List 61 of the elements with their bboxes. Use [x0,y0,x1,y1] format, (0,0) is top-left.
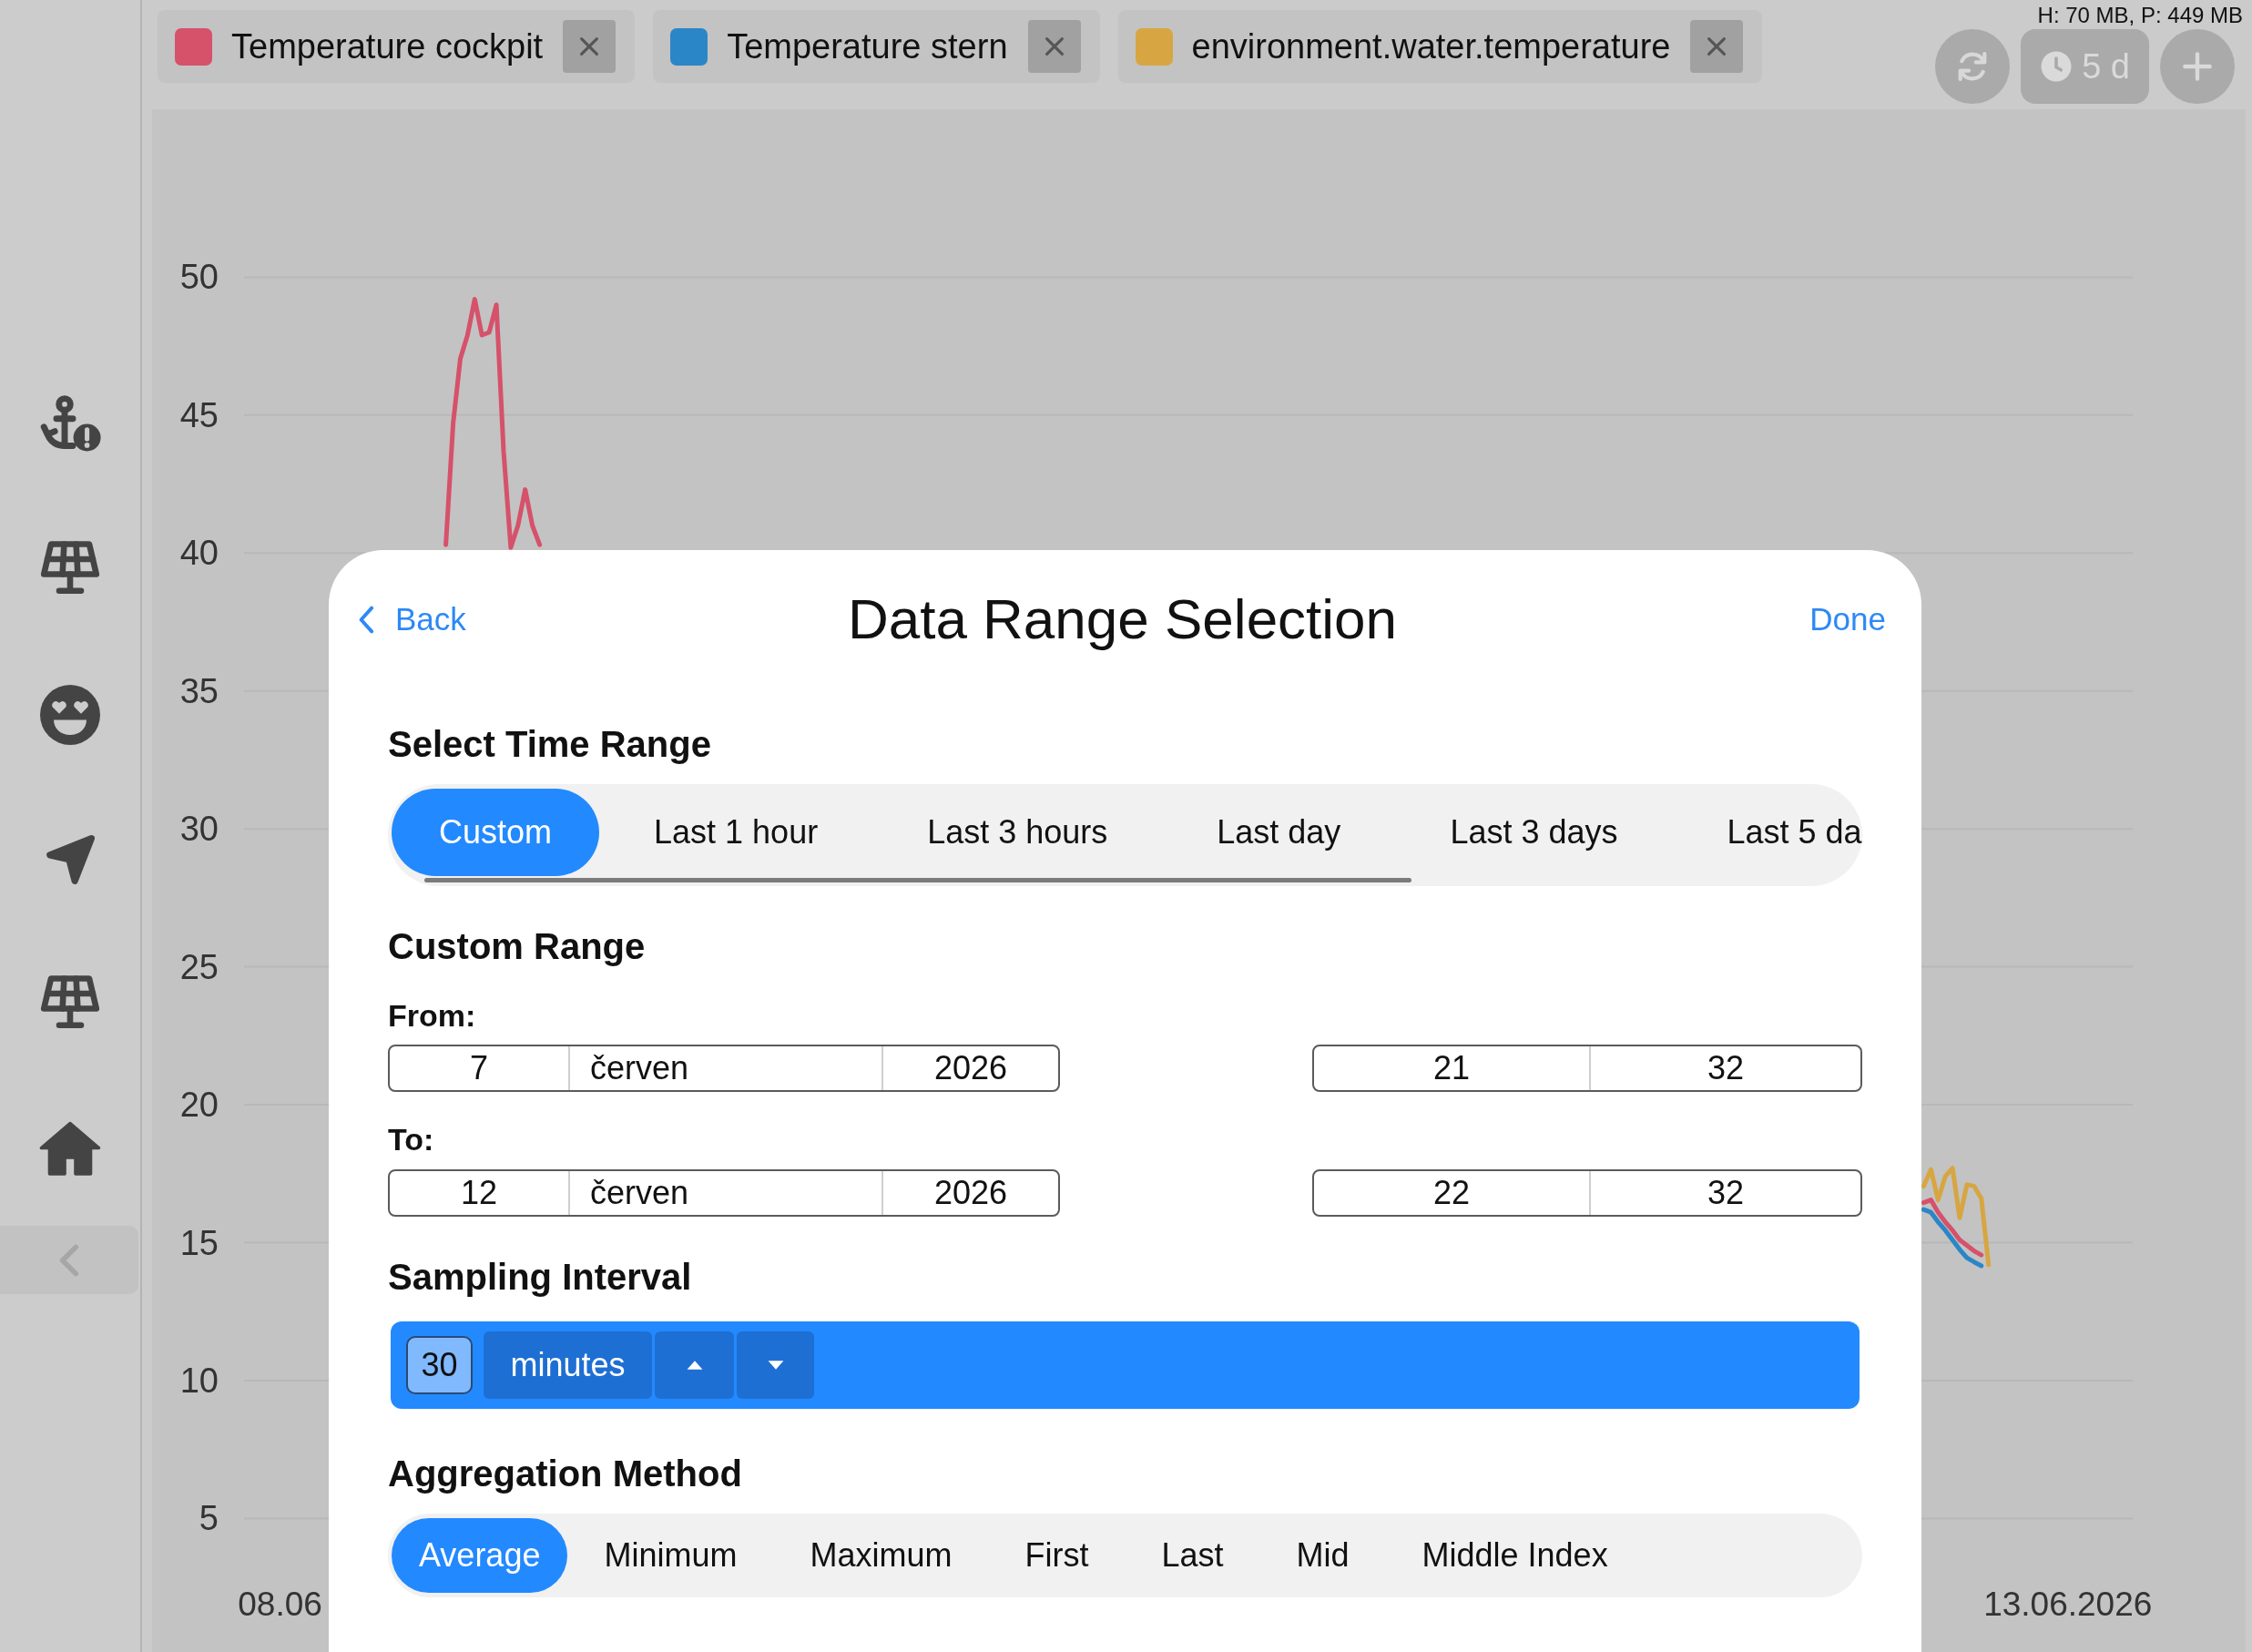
tab[interactable]: environment.water.temperature [1117,10,1763,83]
hour-field[interactable]: 22 [1314,1171,1589,1215]
close-button[interactable] [1690,20,1744,73]
chevron-left-icon [359,605,375,634]
close-button[interactable] [563,20,616,73]
axis-label: 45 [179,395,219,434]
caret-down-icon [766,1360,785,1371]
tab[interactable]: Temperature stern [653,10,1100,83]
axis-label: 30 [179,810,219,849]
close-icon [578,36,601,57]
field-label: To: [388,1121,434,1157]
heart-eyes-face-icon[interactable] [37,682,103,748]
axis-label: 15 [179,1223,219,1262]
day-field[interactable]: 7 [390,1046,568,1090]
time-range-tab[interactable]: Last 1 hour [599,789,873,876]
section-heading: Sampling Interval [388,1256,692,1299]
axis-label: 40 [179,534,219,573]
close-button[interactable] [1027,20,1081,73]
aggregation-tab[interactable]: Mid [1259,1518,1386,1593]
unit-button[interactable]: minutes [484,1331,652,1399]
axis-label: 5 [199,1499,219,1538]
close-icon [1706,36,1728,57]
time-range-tab[interactable]: Last 5 da [1672,789,1862,876]
time-range-tab[interactable]: Last 3 hours [872,789,1163,876]
year-field[interactable]: 2026 [881,1046,1058,1090]
caret-up-icon [685,1360,704,1371]
dialog-title: Data Range Selection [847,586,1398,652]
axis-label: 20 [179,1086,219,1125]
axis-label: 13.06.2026 [1983,1585,2153,1623]
day-field[interactable]: 12 [390,1171,568,1215]
aggregation-tab[interactable]: First [988,1518,1126,1593]
clock-icon [2040,50,2074,83]
chevron-left-icon [59,1242,79,1278]
axis-label: 25 [179,947,219,986]
back-button[interactable]: Back [359,599,466,639]
section-heading: Custom Range [388,925,646,968]
axis-label: 08.06 [238,1585,322,1623]
time-range-tab[interactable]: Last 3 days [1395,789,1673,876]
minute-field[interactable]: 32 [1589,1046,1860,1090]
axis-label: 10 [179,1361,219,1400]
plus-icon [2182,51,2213,82]
field-label: From: [388,997,476,1034]
section-heading: Select Time Range [388,723,711,766]
aggregation-tab[interactable]: Maximum [773,1518,989,1593]
month-field[interactable]: červen [568,1046,881,1090]
section-heading: Aggregation Method [388,1453,742,1495]
axis-label: 35 [179,671,219,710]
month-field[interactable]: červen [568,1171,881,1215]
year-field[interactable]: 2026 [881,1171,1058,1215]
aggregation-tab[interactable]: Minimum [567,1518,774,1593]
tab[interactable]: Temperature cockpit [158,10,636,83]
interval-field[interactable]: 30 [406,1336,473,1394]
memory-usage-text: H: 70 MB, P: 449 MB [2037,3,2243,28]
aggregation-tab[interactable]: Middle Index [1385,1518,1645,1593]
hour-field[interactable]: 21 [1314,1046,1589,1090]
axis-label: 50 [179,258,219,297]
time-range-tab[interactable]: Last day [1162,789,1396,876]
close-icon [1043,36,1065,57]
aggregation-tab[interactable]: Last [1125,1518,1260,1593]
minute-field[interactable]: 32 [1589,1171,1860,1215]
done-button[interactable]: Done [1809,599,1886,639]
